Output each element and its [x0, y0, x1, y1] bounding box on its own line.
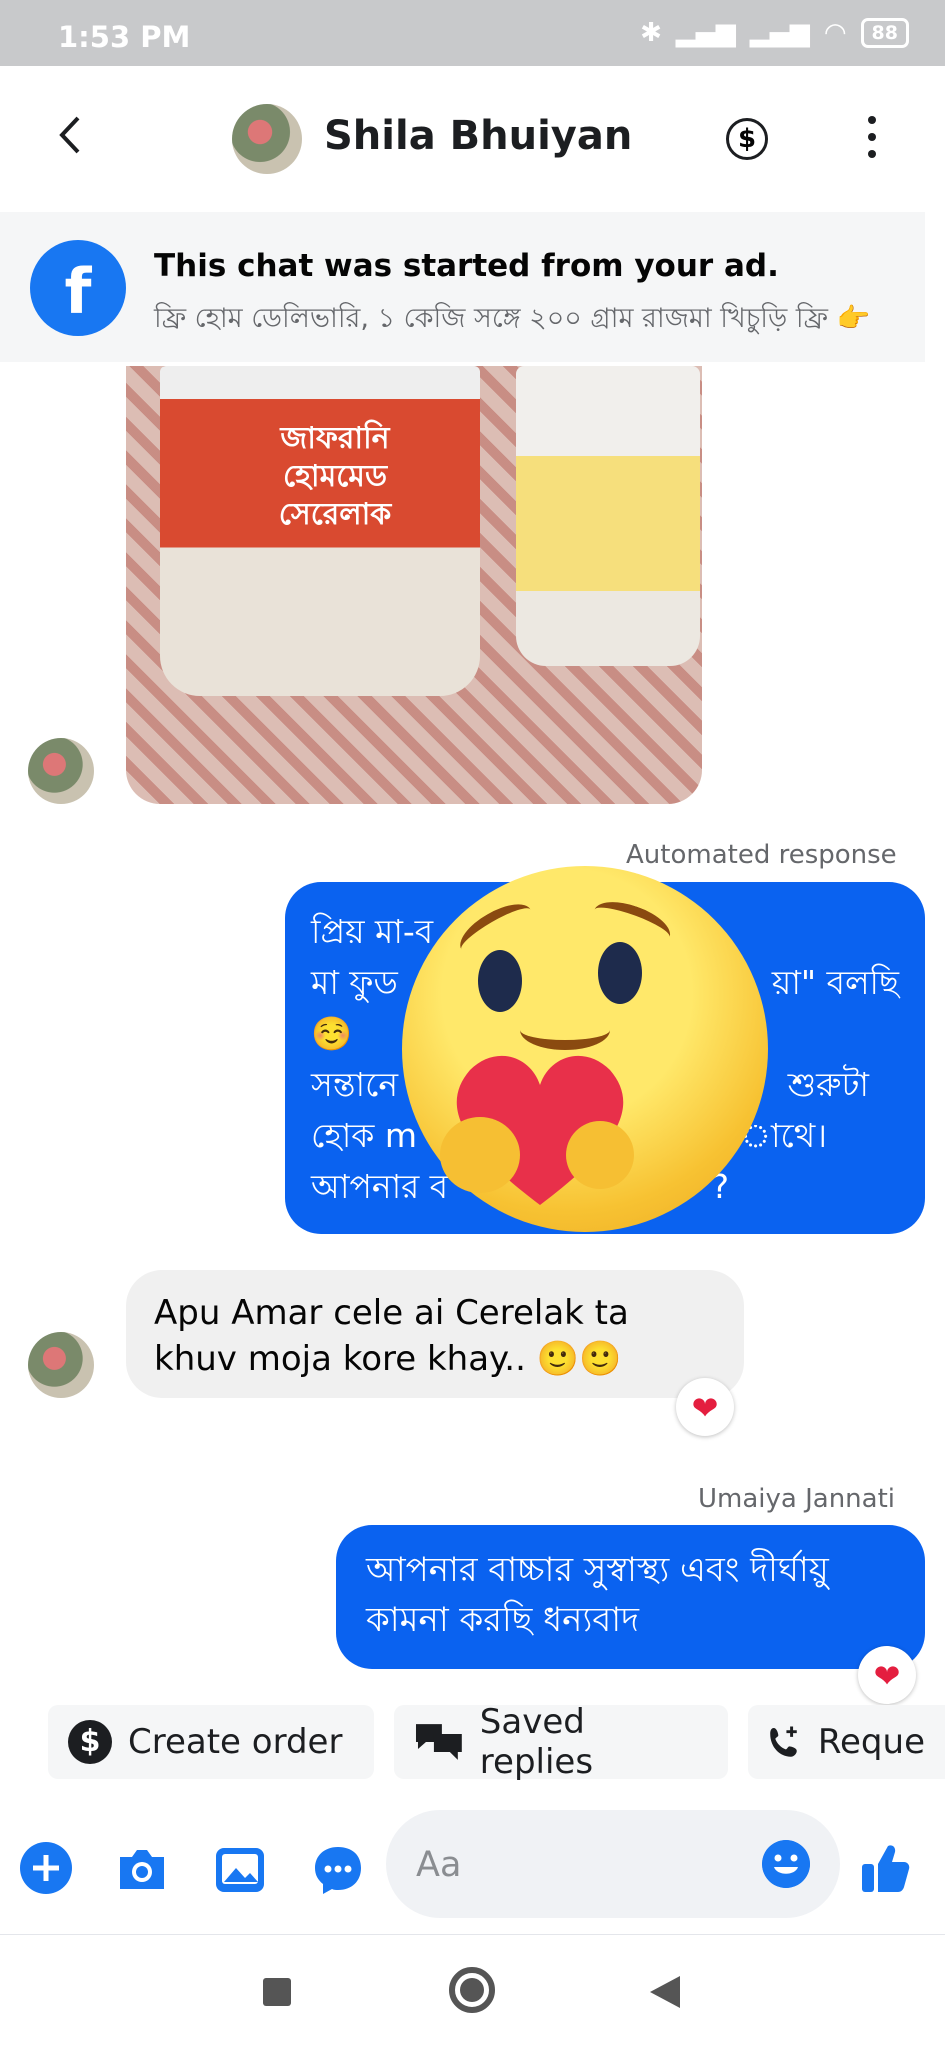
more-options-button[interactable]: [862, 116, 882, 162]
sender-avatar[interactable]: [28, 738, 94, 804]
message-meta: Automated response: [626, 840, 897, 870]
chip-label: Saved replies: [479, 1702, 594, 1782]
chip-label: Reque: [817, 1722, 925, 1762]
contact-avatar[interactable]: [232, 104, 302, 174]
message-meta: Umaiya Jannati: [698, 1484, 896, 1514]
chip-label: Create order: [128, 1722, 343, 1762]
incoming-message[interactable]: Apu Amar cele ai Cerelak ta khuv moja ko…: [126, 1270, 744, 1398]
ad-banner-subtitle: ফ্রি হোম ডেলিভারি, ১ কেজি সঙ্গে ২০০ গ্রা…: [154, 303, 871, 334]
sender-avatar[interactable]: [28, 1332, 94, 1398]
back-button[interactable]: [48, 110, 98, 160]
battery-indicator: 88: [860, 18, 909, 48]
bluetooth-icon: ✱: [640, 18, 662, 48]
create-order-button[interactable]: $ Create order: [48, 1705, 374, 1779]
back-triangle-icon[interactable]: [648, 1974, 682, 2010]
outgoing-message[interactable]: আপনার বাচ্চার সুস্বাস্থ্য এবং দীর্ঘায়ু …: [336, 1525, 925, 1669]
contact-name[interactable]: Shila Bhuiyan: [324, 113, 632, 159]
chat-bubble-icon[interactable]: [312, 1844, 364, 1896]
jar-label: জাফরানি হোমমেড সেরেলাক: [278, 421, 392, 532]
camera-icon[interactable]: [116, 1844, 168, 1896]
home-button[interactable]: [449, 1967, 495, 2013]
dollar-icon: $: [737, 124, 757, 154]
status-icons: ✱ ▂▄▆ ▂▄▆ ◠ 88: [640, 18, 909, 48]
ad-banner-title: This chat was started from your ad.: [154, 248, 779, 284]
emoji-eye: [478, 950, 522, 1012]
status-time: 1:53 PM: [58, 20, 191, 54]
thumbs-up-icon[interactable]: [858, 1840, 914, 1896]
facebook-logo-icon: f: [30, 240, 126, 336]
request-button[interactable]: Reque: [748, 1705, 945, 1779]
dollar-icon: $: [68, 1720, 112, 1764]
chevron-left-icon: [59, 116, 80, 154]
saved-replies-button[interactable]: Saved replies: [394, 1702, 728, 1782]
phone-add-icon: [770, 1726, 797, 1757]
speech-bubbles-icon: [415, 1724, 462, 1760]
signal-icon-2: ▂▄▆: [749, 18, 810, 48]
wifi-icon: ◠: [823, 18, 847, 48]
emoji-eye: [598, 942, 642, 1004]
jar-khichuri: [516, 366, 700, 666]
recent-apps-button[interactable]: [263, 1978, 291, 2006]
heart-reaction-icon[interactable]: ❤: [858, 1646, 916, 1704]
message-input-placeholder: Aa: [416, 1845, 462, 1885]
heart-reaction-icon[interactable]: ❤: [676, 1378, 734, 1436]
heart-hug-icon: [440, 1055, 634, 1205]
gallery-icon[interactable]: [214, 1844, 266, 1896]
payment-button[interactable]: $: [726, 118, 768, 160]
plus-circle-icon[interactable]: [20, 1842, 72, 1894]
signal-icon: ▂▄▆: [675, 18, 736, 48]
emoji-icon[interactable]: [762, 1840, 810, 1888]
